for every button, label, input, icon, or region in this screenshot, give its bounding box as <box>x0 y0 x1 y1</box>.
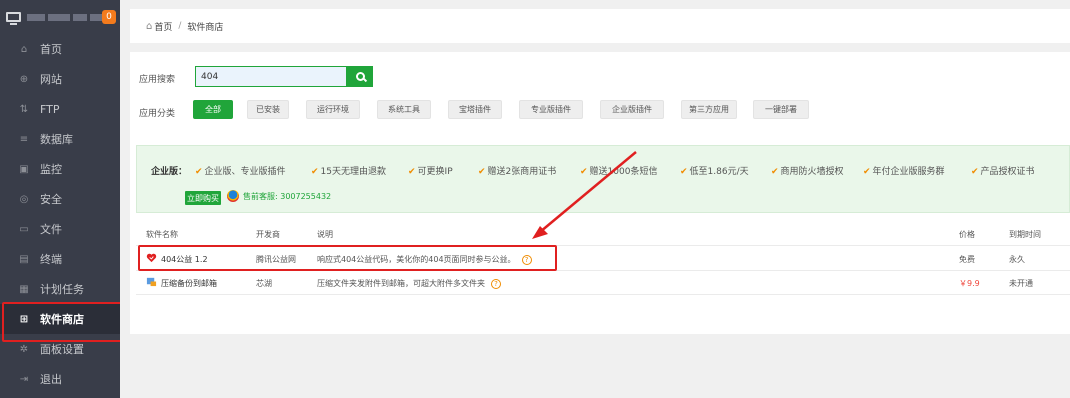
annotation-arrow <box>532 151 637 239</box>
